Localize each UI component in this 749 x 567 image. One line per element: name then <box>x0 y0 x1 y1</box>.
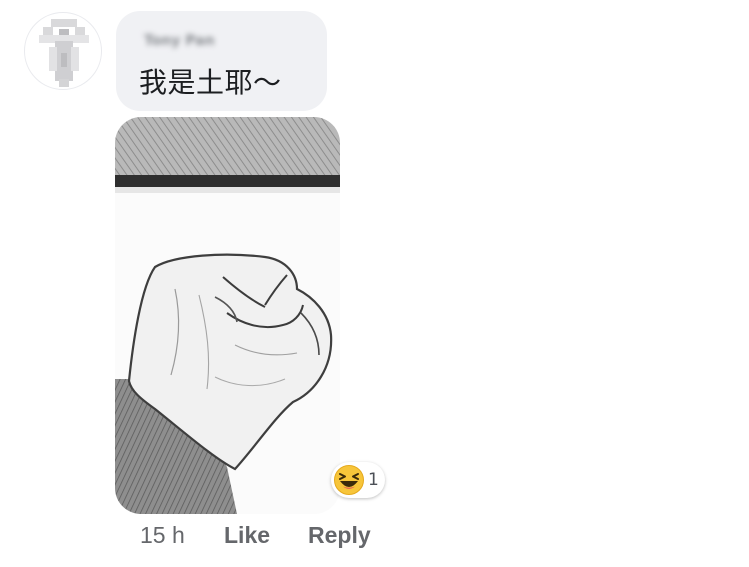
fist-sketch-image <box>115 117 340 514</box>
reaction-count: 1 <box>368 470 379 490</box>
laughing-face-icon <box>334 465 364 495</box>
comment-photo[interactable] <box>115 117 340 514</box>
author-name[interactable]: Tony Pan <box>144 33 264 49</box>
like-button[interactable]: Like <box>224 522 270 549</box>
avatar[interactable] <box>24 12 102 90</box>
reply-button[interactable]: Reply <box>308 522 371 549</box>
comment-bubble[interactable]: Tony Pan 我是土耶～ <box>116 11 327 111</box>
pixelated-avatar-icon <box>39 19 89 87</box>
comment-text: 我是土耶～ <box>139 66 282 99</box>
timestamp[interactable]: 15 h <box>140 522 185 549</box>
reaction-badge[interactable]: 1 <box>331 462 385 498</box>
